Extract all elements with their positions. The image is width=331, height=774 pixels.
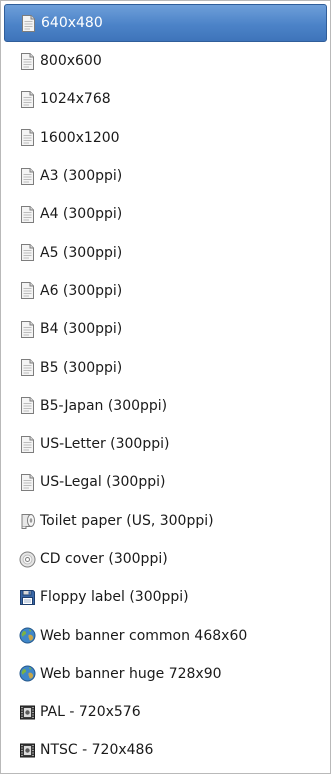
menu-item-label: 1024x768 (40, 91, 111, 108)
toilet-paper-icon (18, 512, 36, 530)
paper-icon (18, 129, 36, 147)
menu-item-label: A5 (300ppi) (40, 244, 123, 261)
menu-item-label: Web banner common 468x60 (40, 627, 248, 644)
menu-item-a3[interactable]: A3 (300ppi) (4, 157, 327, 195)
menu-item-floppy-label[interactable]: Floppy label (300ppi) (4, 578, 327, 616)
menu-item-label: B5-Japan (300ppi) (40, 397, 168, 414)
globe-icon (18, 627, 36, 645)
menu-item-1600x1200[interactable]: 1600x1200 (4, 119, 327, 157)
menu-item-a5[interactable]: A5 (300ppi) (4, 233, 327, 271)
menu-item-web-banner-huge[interactable]: Web banner huge 728x90 (4, 655, 327, 693)
menu-item-label: PAL - 720x576 (40, 704, 141, 721)
menu-item-label: 640x480 (41, 15, 103, 31)
menu-item-pal[interactable]: PAL - 720x576 (4, 693, 327, 731)
globe-icon (18, 665, 36, 683)
menu-item-label: NTSC - 720x486 (40, 742, 154, 759)
menu-item-label: A4 (300ppi) (40, 206, 123, 223)
cd-icon (18, 550, 36, 568)
menu-item-label: US-Legal (300ppi) (40, 474, 166, 491)
paper-icon (18, 397, 36, 415)
paper-icon (18, 282, 36, 300)
menu-item-800x600[interactable]: 800x600 (4, 42, 327, 80)
menu-item-us-letter[interactable]: US-Letter (300ppi) (4, 425, 327, 463)
floppy-disk-icon (18, 588, 36, 606)
menu-item-a4[interactable]: A4 (300ppi) (4, 195, 327, 233)
paper-icon (18, 473, 36, 491)
paper-icon (18, 320, 36, 338)
paper-icon (18, 359, 36, 377)
menu-item-label: 800x600 (40, 53, 102, 70)
menu-item-label: 1600x1200 (40, 129, 120, 146)
template-dropdown-menu: 640x480 800x600 1024x768 1600x1200 A3 (3 (0, 0, 331, 774)
menu-item-toilet-paper[interactable]: Toilet paper (US, 300ppi) (4, 502, 327, 540)
paper-icon (18, 205, 36, 223)
menu-item-label: CD cover (300ppi) (40, 551, 168, 567)
menu-item-cd-cover[interactable]: CD cover (300ppi) (4, 540, 327, 578)
paper-icon (18, 435, 36, 453)
paper-icon (18, 52, 36, 70)
paper-icon (18, 244, 36, 262)
menu-item-label: A3 (300ppi) (40, 168, 123, 185)
menu-item-label: Floppy label (300ppi) (40, 589, 189, 606)
template-list: 640x480 800x600 1024x768 1600x1200 A3 (3 (1, 1, 330, 770)
menu-item-label: US-Letter (300ppi) (40, 436, 170, 453)
menu-item-us-legal[interactable]: US-Legal (300ppi) (4, 463, 327, 501)
menu-item-a6[interactable]: A6 (300ppi) (4, 272, 327, 310)
menu-item-b4[interactable]: B4 (300ppi) (4, 310, 327, 348)
paper-icon (18, 167, 36, 185)
menu-item-label: B5 (300ppi) (40, 359, 123, 376)
menu-item-label: A6 (300ppi) (40, 282, 123, 299)
menu-item-web-banner-common[interactable]: Web banner common 468x60 (4, 616, 327, 654)
menu-item-640x480[interactable]: 640x480 (4, 4, 327, 42)
video-icon (18, 703, 36, 721)
menu-item-1024x768[interactable]: 1024x768 (4, 80, 327, 118)
menu-item-label: Toilet paper (US, 300ppi) (40, 512, 214, 529)
menu-item-b5-japan[interactable]: B5-Japan (300ppi) (4, 387, 327, 425)
video-icon (18, 741, 36, 759)
menu-item-ntsc[interactable]: NTSC - 720x486 (4, 731, 327, 769)
paper-icon (19, 14, 37, 32)
menu-item-b5[interactable]: B5 (300ppi) (4, 348, 327, 386)
paper-icon (18, 90, 36, 108)
menu-item-label: Web banner huge 728x90 (40, 665, 222, 682)
menu-item-label: B4 (300ppi) (40, 321, 123, 338)
